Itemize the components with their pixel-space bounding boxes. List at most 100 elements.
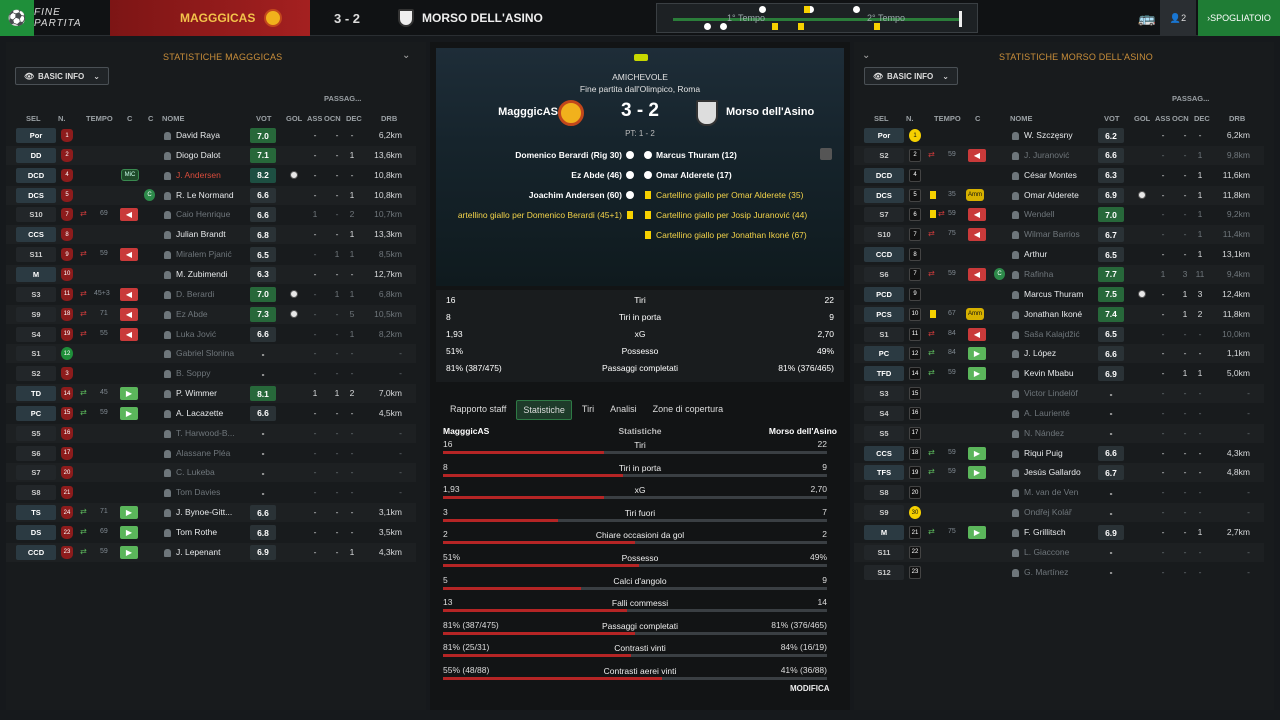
player-name[interactable]: A. Lacazette <box>176 408 254 418</box>
player-name[interactable]: Omar Alderete <box>1024 190 1102 200</box>
player-profile-icon[interactable] <box>164 171 171 180</box>
player-name[interactable]: Ondřej Kolář <box>1024 507 1102 517</box>
col-header-vot[interactable]: VOT <box>1104 114 1119 123</box>
position-badge[interactable]: CCS <box>864 445 904 461</box>
player-row[interactable]: DCD 4 MiC J. Andersen 8.2- - -10,8km <box>6 166 416 185</box>
player-name[interactable]: César Montes <box>1024 170 1102 180</box>
player-profile-icon[interactable] <box>1012 429 1019 438</box>
col-header-sel[interactable]: SEL <box>26 114 41 123</box>
player-profile-icon[interactable] <box>164 251 171 260</box>
player-row[interactable]: DCS 5 35 Amm Omar Alderete 6.9- -1 11,8km <box>854 186 1264 205</box>
position-badge[interactable]: S2 <box>864 147 904 163</box>
col-header-tempo[interactable]: TEMPO <box>86 114 113 123</box>
player-name[interactable]: M. Zubimendi <box>176 269 254 279</box>
tab-tiri[interactable]: Tiri <box>576 400 600 420</box>
player-row[interactable]: S8 20 M. van de Ven - - - - - <box>854 483 1264 502</box>
player-row[interactable]: CCD 8 Arthur 6.5- -1 13,1km <box>854 245 1264 264</box>
game-logo-icon[interactable]: ⚽ <box>0 0 34 36</box>
position-badge[interactable]: S6 <box>864 266 904 282</box>
player-row[interactable]: S12 23 G. Martínez - - - - - <box>854 563 1264 582</box>
position-badge[interactable]: S10 <box>16 207 56 223</box>
player-name[interactable]: Miralem Pjanić <box>176 249 254 259</box>
player-profile-icon[interactable] <box>1012 509 1019 518</box>
match-timeline[interactable]: 1° Tempo 2° Tempo <box>656 3 978 33</box>
position-badge[interactable]: M <box>864 525 904 540</box>
player-profile-icon[interactable] <box>164 350 171 359</box>
chevron-down-icon[interactable]: ⌄ <box>862 50 870 61</box>
player-row[interactable]: TD 14 ⇄ 45 ▶ P. Wimmer 8.1 1 1 2 7,0km <box>6 384 416 403</box>
player-name[interactable]: D. Berardi <box>176 289 254 299</box>
position-badge[interactable]: S7 <box>16 465 56 481</box>
col-header-ocn[interactable]: OCN <box>1172 114 1189 123</box>
player-name[interactable]: J. López <box>1024 348 1102 358</box>
player-row[interactable]: S6 7 ⇄ 59 ◀ C Rafinha 7.7 1 3 11 9,4km <box>854 265 1264 284</box>
position-badge[interactable]: Por <box>864 128 904 143</box>
player-profile-icon[interactable] <box>1012 350 1019 359</box>
player-profile-icon[interactable] <box>1012 171 1019 180</box>
player-row[interactable]: S9 18 ⇄ 71 ◀ Ez Abde 7.3- -5 10,5km <box>6 305 416 324</box>
player-profile-icon[interactable] <box>1012 568 1019 577</box>
position-badge[interactable]: S10 <box>864 227 904 243</box>
player-profile-icon[interactable] <box>1012 231 1019 240</box>
player-name[interactable]: Caio Henrique <box>176 209 254 219</box>
position-badge[interactable]: S4 <box>16 326 56 342</box>
col-header-drb[interactable]: DRB <box>381 114 397 123</box>
position-badge[interactable]: M <box>16 266 56 282</box>
player-row[interactable]: PC 12 ⇄ 84 ▶ J. López 6.6- - -1,1km <box>854 344 1264 363</box>
player-profile-icon[interactable] <box>164 191 171 200</box>
player-profile-icon[interactable] <box>1012 370 1019 379</box>
player-profile-icon[interactable] <box>164 132 171 140</box>
col-header-ocn[interactable]: OCN <box>324 114 341 123</box>
col-header-n[interactable]: N. <box>906 114 914 123</box>
player-name[interactable]: David Raya <box>176 130 254 140</box>
col-header-passag[interactable]: PASSAG... <box>1172 94 1209 103</box>
player-profile-icon[interactable] <box>1012 489 1019 498</box>
position-badge[interactable]: DCD <box>864 167 904 183</box>
player-profile-icon[interactable] <box>164 330 171 339</box>
player-row[interactable]: DD 2 Diogo Dalot 7.1- -1 13,6km <box>6 146 416 165</box>
player-name[interactable]: Wendell <box>1024 209 1102 219</box>
player-name[interactable]: Gabriel Slonina <box>176 348 254 358</box>
player-name[interactable]: N. Nández <box>1024 428 1102 438</box>
position-badge[interactable]: PCD <box>864 286 904 302</box>
tab-zone-copertura[interactable]: Zone di copertura <box>647 400 730 420</box>
player-row[interactable]: M 10 M. Zubimendi 6.3- - -12,7km <box>6 265 416 284</box>
player-profile-icon[interactable] <box>164 409 171 418</box>
player-name[interactable]: B. Soppy <box>176 368 254 378</box>
player-name[interactable]: Wilmar Barrios <box>1024 229 1102 239</box>
player-name[interactable]: Alassane Pléa <box>176 448 254 458</box>
position-badge[interactable]: S3 <box>16 286 56 302</box>
player-name[interactable]: Tom Rothe <box>176 527 254 537</box>
col-header-c[interactable]: C <box>127 114 132 123</box>
player-name[interactable]: Diogo Dalot <box>176 150 254 160</box>
player-profile-icon[interactable] <box>164 390 171 399</box>
player-name[interactable]: J. Andersen <box>176 170 254 180</box>
bus-icon[interactable]: 🚌 <box>1134 0 1160 36</box>
player-name[interactable]: J. Lepenant <box>176 547 254 557</box>
col-header-gol[interactable]: GOL <box>1134 114 1150 123</box>
position-badge[interactable]: TFS <box>864 465 904 481</box>
player-row[interactable]: DCS 5 C R. Le Normand 6.6- -1 10,8km <box>6 186 416 205</box>
player-row[interactable]: CCS 18 ⇄ 59 ▶ Riqui Puig 6.6- - -4,3km <box>854 444 1264 463</box>
player-profile-icon[interactable] <box>164 151 171 160</box>
player-row[interactable]: PC 15 ⇄ 59 ▶ A. Lacazette 6.6- - -4,5km <box>6 404 416 423</box>
player-row[interactable]: TFS 19 ⇄ 59 ▶ Jesús Gallardo 6.7- - -4,8km <box>854 463 1264 482</box>
player-profile-icon[interactable] <box>164 529 171 537</box>
position-badge[interactable]: S8 <box>864 485 904 501</box>
col-header-n[interactable]: N. <box>58 114 66 123</box>
col-header-nome[interactable]: NOME <box>1010 114 1033 123</box>
player-row[interactable]: Por 1 David Raya 7.0 - - - 6,2km <box>6 126 416 145</box>
player-profile-icon[interactable] <box>1012 191 1019 200</box>
player-name[interactable]: M. van de Ven <box>1024 487 1102 497</box>
player-row[interactable]: S10 7 ⇄ 75 ◀ Wilmar Barrios 6.7- -1 11,4km <box>854 225 1264 244</box>
position-badge[interactable]: S5 <box>864 425 904 441</box>
position-badge[interactable]: DCD <box>16 167 56 183</box>
col-header-ass[interactable]: ASS <box>307 114 322 123</box>
player-row[interactable]: TS 24 ⇄ 71 ▶ J. Bynoe-Gitt... 6.6- - -3,1km <box>6 503 416 522</box>
player-name[interactable]: J. Juranović <box>1024 150 1102 160</box>
position-badge[interactable]: DS <box>16 525 56 540</box>
player-row[interactable]: CCS 8 Julian Brandt 6.8- -1 13,3km <box>6 225 416 244</box>
expand-icon[interactable] <box>820 148 832 160</box>
position-badge[interactable]: DCS <box>16 187 56 203</box>
player-profile-icon[interactable] <box>1012 449 1019 458</box>
